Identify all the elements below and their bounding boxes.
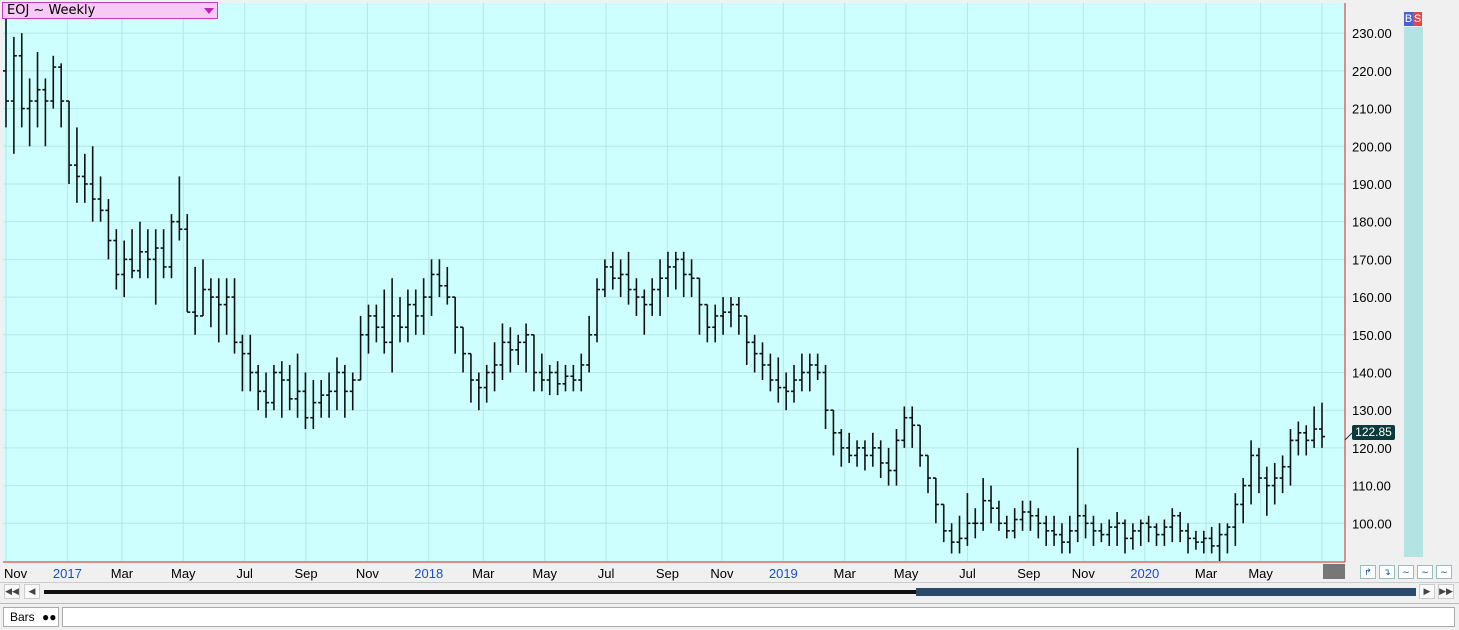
y-tick-label: 220.00: [1352, 64, 1392, 79]
x-tick-label: Nov: [1072, 566, 1096, 581]
y-tick-label: 110.00: [1352, 479, 1391, 494]
y-tick-label: 190.00: [1352, 177, 1392, 192]
bars-tab-label: Bars: [10, 610, 35, 624]
y-tick-label: 200.00: [1352, 139, 1392, 154]
last-price-tag: 122.85: [1352, 425, 1395, 440]
y-tick-label: 160.00: [1352, 290, 1392, 305]
x-axis-labels: Nov 2017 Mar May Jul Sep Nov 2018 Mar May Jul Sep No…: [4, 566, 1345, 581]
x-tick-label: Sep: [294, 566, 317, 581]
x-tick-label: Jul: [236, 566, 253, 581]
y-tick-label: 130.00: [1352, 403, 1392, 418]
price-chart: 230.00 220.00 210.00 200.00 190.00 180.00 170.…: [3, 3, 1423, 581]
x-tick-label: 2020: [1130, 566, 1159, 581]
y-tick-label: 210.00: [1352, 102, 1392, 117]
scroll-first-icon[interactable]: ◀◀: [4, 584, 20, 599]
x-tick-label: Mar: [111, 566, 134, 581]
symbol-label: EOJ ~ Weekly: [7, 3, 96, 18]
nav-last-icon[interactable]: ↴: [1379, 565, 1395, 579]
nav-first-icon[interactable]: ↱: [1360, 565, 1376, 579]
x-tick-label: May: [171, 566, 196, 581]
link-icon[interactable]: ∼: [1398, 565, 1414, 579]
x-tick-label: Nov: [710, 566, 734, 581]
horizontal-scrollbar[interactable]: ◀◀ ◀ ▶ ▶▶: [0, 582, 1459, 601]
x-tick-label: Mar: [1195, 566, 1218, 581]
sell-button[interactable]: S: [1413, 12, 1422, 26]
y-axis-labels: 230.00 220.00 210.00 200.00 190.00 180.00 170.…: [1352, 26, 1392, 531]
y-tick-label: 100.00: [1352, 516, 1392, 531]
x-tick-label: Nov: [356, 566, 380, 581]
x-tick-label: Mar: [472, 566, 495, 581]
bottom-bar: Bars ●●: [0, 603, 1459, 630]
infinity-icon: ●●: [42, 610, 57, 624]
x-tick-label: Nov: [4, 566, 28, 581]
x-tick-label: Sep: [1017, 566, 1040, 581]
y-tick-label: 180.00: [1352, 215, 1392, 230]
x-tick-label: Jul: [959, 566, 976, 581]
y-tick-label: 170.00: [1352, 252, 1392, 267]
x-axis-end-marker: [1323, 564, 1345, 579]
buy-button[interactable]: B: [1404, 12, 1413, 26]
x-tick-label: 2019: [769, 566, 798, 581]
link-icon-2[interactable]: ∼: [1417, 565, 1433, 579]
scroll-last-icon[interactable]: ▶▶: [1438, 584, 1454, 599]
y-tick-label: 150.00: [1352, 328, 1392, 343]
dropdown-arrow-icon[interactable]: [204, 8, 214, 14]
scroll-thumb[interactable]: [916, 588, 1416, 596]
x-tick-label: 2018: [414, 566, 443, 581]
y-tick-label: 230.00: [1352, 26, 1392, 41]
x-tick-label: May: [532, 566, 557, 581]
scroll-right-icon[interactable]: ▶: [1419, 584, 1435, 599]
price-pointer-line: [1344, 432, 1353, 441]
y-tick-label: 140.00: [1352, 365, 1392, 380]
x-tick-label: Mar: [833, 566, 856, 581]
symbol-selector[interactable]: EOJ ~ Weekly: [2, 2, 218, 19]
y-tick-label: 120.00: [1352, 441, 1392, 456]
link-icon-3[interactable]: ∼: [1436, 565, 1452, 579]
x-tick-label: Jul: [598, 566, 615, 581]
status-field: [62, 607, 1455, 627]
scroll-left-icon[interactable]: ◀: [24, 584, 40, 599]
bars-tab[interactable]: Bars ●●: [3, 607, 59, 627]
x-tick-label: May: [894, 566, 919, 581]
x-tick-label: May: [1248, 566, 1273, 581]
plot-area: [3, 3, 1345, 561]
x-tick-label: 2017: [53, 566, 82, 581]
x-tick-label: Sep: [656, 566, 679, 581]
right-strip: [1404, 27, 1423, 557]
